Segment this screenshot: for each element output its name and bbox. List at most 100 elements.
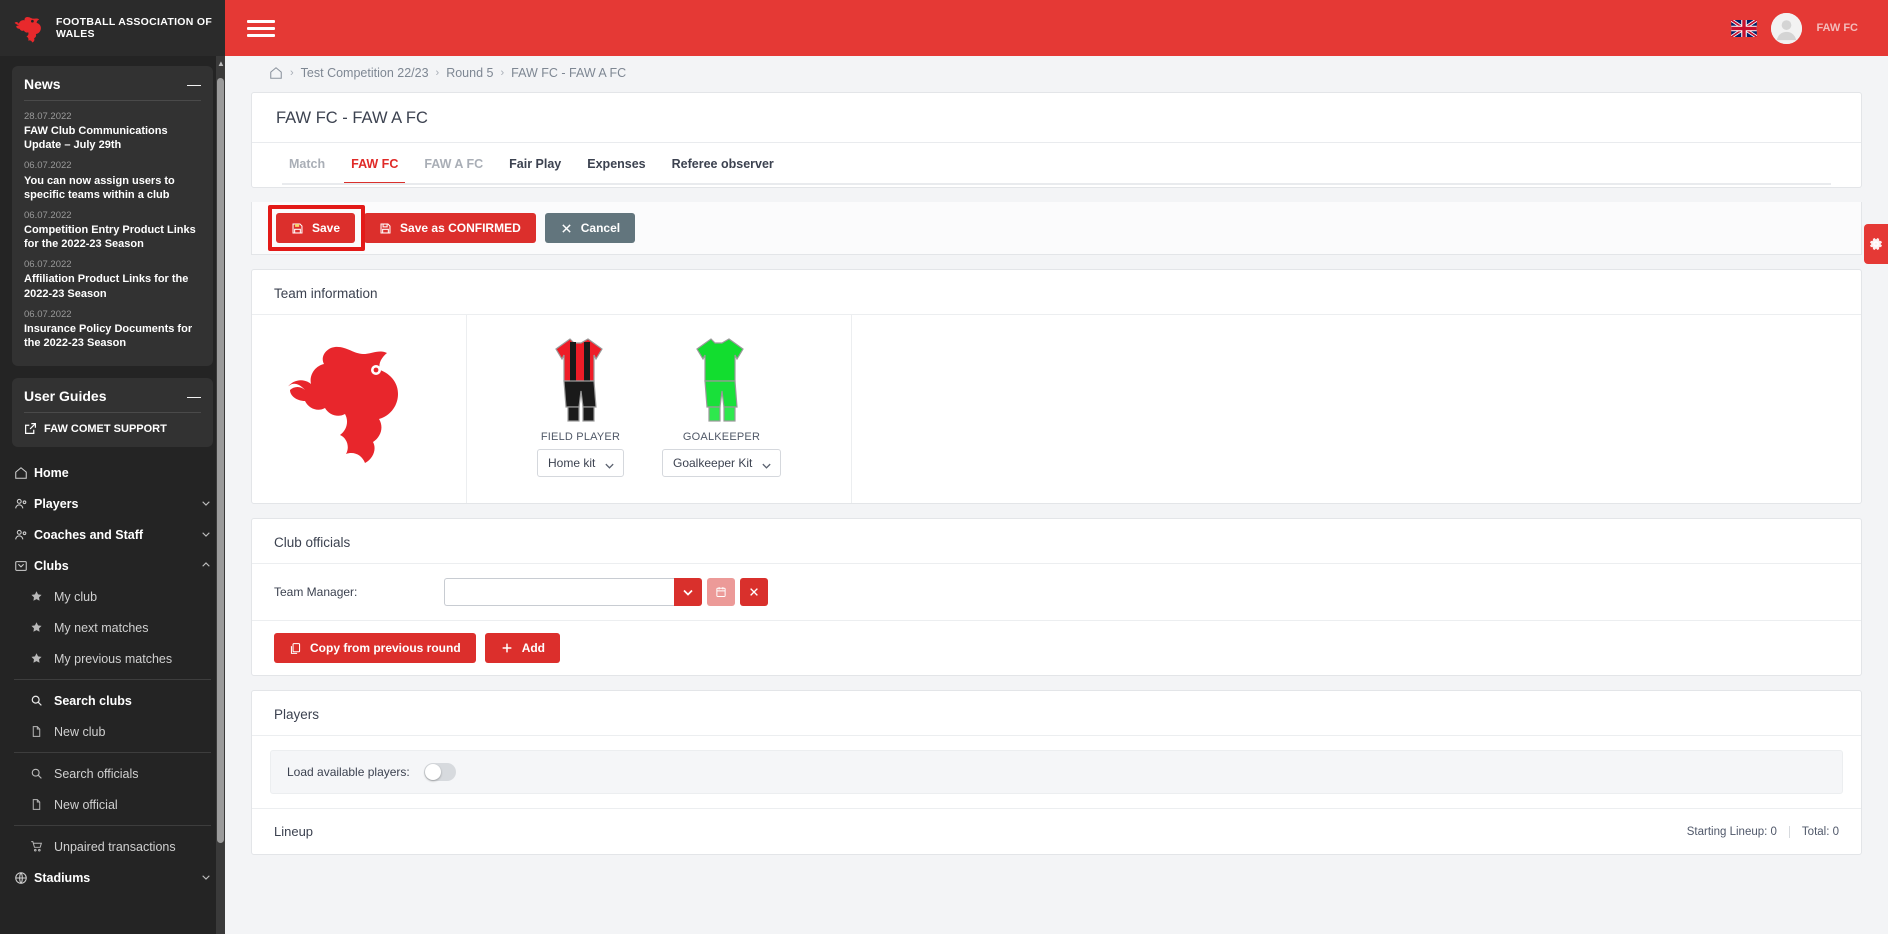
sidebar-item-search-officials[interactable]: Search officials xyxy=(0,758,225,789)
news-divider xyxy=(24,100,201,101)
news-title[interactable]: Competition Entry Product Links for the … xyxy=(24,223,201,251)
settings-tab-button[interactable] xyxy=(1864,224,1888,264)
chevron-down-icon[interactable] xyxy=(201,528,213,542)
user-guides-collapse-toggle[interactable]: — xyxy=(187,389,201,403)
sidebar-item-label: New official xyxy=(54,797,118,812)
sidebar-item-coaches-and-staff[interactable]: Coaches and Staff xyxy=(0,519,225,550)
sidebar-item-label: Stadiums xyxy=(34,870,91,885)
field-player-kit-select[interactable]: Home kit xyxy=(537,449,624,477)
sidebar-item-my-previous-matches[interactable]: My previous matches xyxy=(0,643,225,674)
tab-referee-observer[interactable]: Referee observer xyxy=(659,143,787,185)
user-guides-title: User Guides xyxy=(24,388,107,405)
team-manager-clear-button[interactable] xyxy=(740,578,768,606)
sidebar: FOOTBALL ASSOCIATION OF WALES News — 28.… xyxy=(0,0,225,934)
team-manager-calendar-button[interactable] xyxy=(707,578,735,606)
news-item[interactable]: 06.07.2022 Insurance Policy Documents fo… xyxy=(24,305,201,354)
sidebar-item-label: Search officials xyxy=(54,766,139,781)
team-manager-dropdown-button[interactable] xyxy=(674,578,702,606)
breadcrumb-item-round[interactable]: Round 5 xyxy=(446,66,493,80)
load-available-players-toggle[interactable] xyxy=(423,763,456,781)
sidebar-item-clubs[interactable]: Clubs xyxy=(0,550,225,581)
home-icon[interactable] xyxy=(269,66,283,80)
scroll-up-arrow[interactable]: ▲ xyxy=(217,60,225,68)
sidebar-scrollbar[interactable]: ▲ xyxy=(216,56,225,934)
sidebar-item-unpaired-transactions[interactable]: Unpaired transactions xyxy=(0,831,225,862)
nav-divider xyxy=(14,679,211,681)
save-as-confirmed-button[interactable]: Save as CONFIRMED xyxy=(364,213,536,243)
cart-icon xyxy=(30,840,54,853)
cancel-button-label: Cancel xyxy=(580,221,621,235)
action-toolbar: Save Save as CONFIRMED Cancel xyxy=(251,202,1862,255)
page-header-panel: FAW FC - FAW A FC Match FAW FC FAW A FC … xyxy=(251,92,1862,188)
breadcrumb-item-competition[interactable]: Test Competition 22/23 xyxy=(301,66,429,80)
news-item[interactable]: 06.07.2022 You can now assign users to s… xyxy=(24,156,201,205)
search-icon xyxy=(30,767,54,780)
tab-fair-play[interactable]: Fair Play xyxy=(496,143,574,185)
hamburger-icon[interactable] xyxy=(247,16,275,41)
news-title[interactable]: You can now assign users to specific tea… xyxy=(24,174,201,202)
chevron-up-icon[interactable] xyxy=(201,559,213,573)
sidebar-brand[interactable]: FOOTBALL ASSOCIATION OF WALES xyxy=(0,0,225,56)
tab-faw-a-fc[interactable]: FAW A FC xyxy=(411,143,496,185)
tab-faw-fc[interactable]: FAW FC xyxy=(338,143,411,185)
tab-match[interactable]: Match xyxy=(276,143,338,185)
add-official-button[interactable]: Add xyxy=(484,633,561,663)
sidebar-item-label: My previous matches xyxy=(54,651,173,666)
sidebar-item-home[interactable]: Home xyxy=(0,457,225,488)
news-date: 06.07.2022 xyxy=(24,209,72,221)
nav-divider xyxy=(14,825,211,827)
sidebar-item-my-next-matches[interactable]: My next matches xyxy=(0,612,225,643)
club-officials-actions: Copy from previous round Add xyxy=(252,621,1861,675)
sidebar-item-new-official[interactable]: New official xyxy=(0,789,225,820)
close-x-icon xyxy=(750,588,758,596)
news-date: 06.07.2022 xyxy=(24,308,72,320)
welsh-dragon-icon xyxy=(14,16,41,43)
sidebar-item-label: My next matches xyxy=(54,620,149,635)
toggle-knob xyxy=(424,764,441,780)
breadcrumb-item-match[interactable]: FAW FC - FAW A FC xyxy=(511,66,626,80)
scrollbar-thumb[interactable] xyxy=(217,78,224,843)
team-manager-label: Team Manager: xyxy=(274,585,358,599)
sidebar-item-search-clubs[interactable]: Search clubs xyxy=(0,685,225,716)
welsh-dragon-crest-icon xyxy=(287,346,398,463)
team-information-panel: Team information FIELD PLAYER Home kit G… xyxy=(251,269,1862,504)
tab-expenses[interactable]: Expenses xyxy=(574,143,658,185)
document-icon xyxy=(30,725,54,738)
club-crest xyxy=(252,315,467,503)
union-jack-flag-icon[interactable] xyxy=(1731,19,1758,37)
page-title: FAW FC - FAW A FC xyxy=(252,93,1861,143)
sidebar-item-players[interactable]: Players xyxy=(0,488,225,519)
chevron-down-icon[interactable] xyxy=(201,871,213,885)
news-item[interactable]: 28.07.2022 FAW Club Communications Updat… xyxy=(24,107,201,156)
sidebar-item-label: My club xyxy=(54,589,98,604)
faw-comet-support-link[interactable]: FAW COMET SUPPORT xyxy=(24,419,201,435)
cancel-button[interactable]: Cancel xyxy=(544,213,636,243)
news-item[interactable]: 06.07.2022 Competition Entry Product Lin… xyxy=(24,206,201,255)
breadcrumb-separator: › xyxy=(290,67,294,79)
team-manager-input[interactable] xyxy=(444,578,674,606)
sidebar-item-my-club[interactable]: My club xyxy=(0,581,225,612)
sidebar-item-label: Coaches and Staff xyxy=(34,527,144,542)
news-title[interactable]: FAW Club Communications Update – July 29… xyxy=(24,124,201,152)
copy-from-previous-round-button[interactable]: Copy from previous round xyxy=(274,633,476,663)
news-title[interactable]: Insurance Policy Documents for the 2022-… xyxy=(24,322,201,350)
chevron-down-icon[interactable] xyxy=(201,497,213,511)
news-date: 28.07.2022 xyxy=(24,111,72,122)
save-as-confirmed-label: Save as CONFIRMED xyxy=(400,221,521,235)
sidebar-item-stadiums[interactable]: Stadiums xyxy=(0,862,225,893)
field-player-kit: FIELD PLAYER Home kit xyxy=(537,333,624,477)
star-icon xyxy=(30,590,54,603)
search-icon xyxy=(30,694,54,707)
save-disk-icon xyxy=(380,223,391,233)
news-collapse-toggle[interactable]: — xyxy=(187,77,201,91)
save-button[interactable]: Save xyxy=(276,213,356,243)
sidebar-item-label: Home xyxy=(34,465,69,480)
sidebar-item-new-club[interactable]: New club xyxy=(0,716,225,747)
load-available-players-row: Load available players: xyxy=(270,750,1843,794)
goalkeeper-kit-select[interactable]: Goalkeeper Kit xyxy=(662,449,781,477)
news-title[interactable]: Affiliation Product Links for the 2022-2… xyxy=(24,272,201,300)
news-item[interactable]: 06.07.2022 Affiliation Product Links for… xyxy=(24,255,201,304)
news-date: 06.07.2022 xyxy=(24,160,72,172)
starting-lineup-count: Starting Lineup: 0 xyxy=(1686,825,1777,838)
avatar[interactable] xyxy=(1771,12,1803,44)
